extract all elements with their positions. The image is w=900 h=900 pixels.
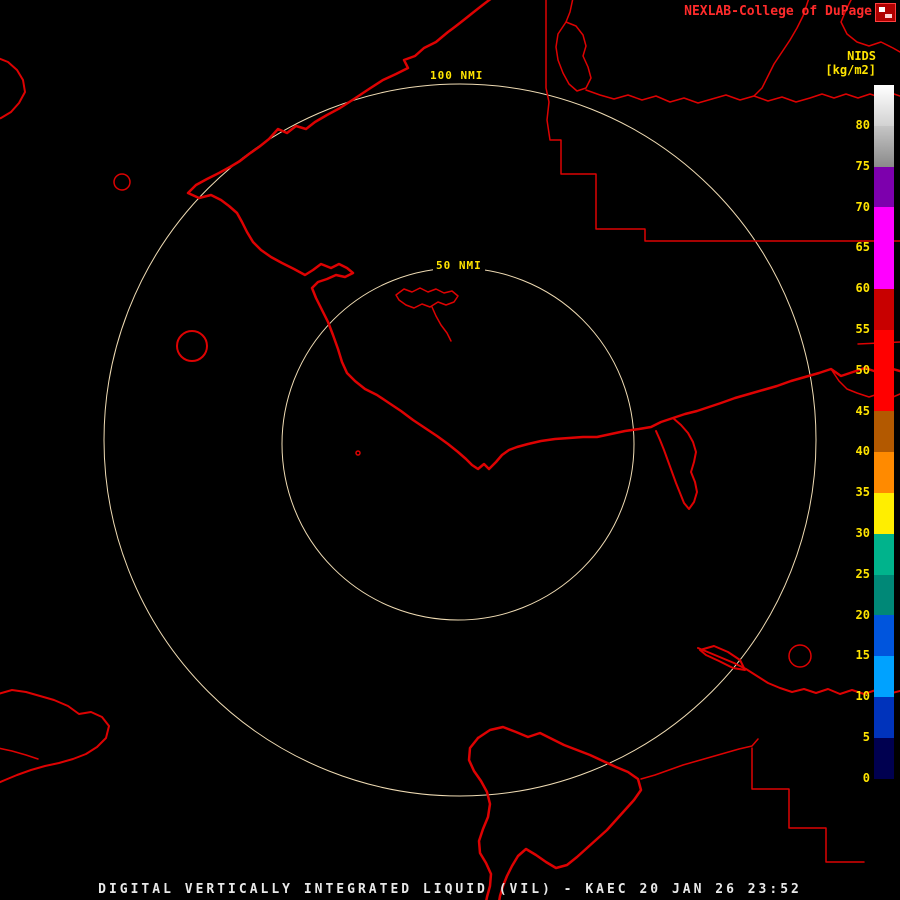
colorbar-segment-25-30 [874,533,894,575]
island-outline-south-a [476,725,643,900]
colorbar-segment-20-25 [874,574,894,616]
colorbar-tick-70: 70 [855,199,870,214]
lake-outline-northeast [555,21,592,92]
colorbar-segment-75-80 [874,125,894,167]
product-title: DIGITAL VERTICALLY INTEGRATED LIQUID (VI… [98,882,802,897]
small-dot [355,450,361,456]
inner-island-outline [395,287,459,309]
small-island-1 [113,173,131,191]
colorbar-tick-20: 20 [855,607,870,622]
island-outline-northwest [0,57,26,120]
colorbar-tick-65: 65 [855,240,870,255]
colorbar-tick-30: 30 [855,526,870,540]
colorbar-segment-55-60 [874,288,894,330]
island-interior-southwest [0,747,39,760]
colorbar-tick-5: 5 [862,730,870,744]
colorbar-tick-10: 10 [855,689,870,704]
colorbar-tick-60: 60 [855,281,870,296]
cod-logo-icon [875,3,896,22]
colorbar-ticks: 80 75 70 65 60 55 50 45 40 35 30 25 20 15 10 5 0 [840,0,870,900]
colorbar-tick-50: 50 [855,362,870,377]
colorbar-segment-40-45 [874,411,894,453]
radar-map [0,0,900,900]
peninsula-outline [655,417,698,510]
river-stub-northeast [565,0,574,23]
range-ring-50nmi [281,267,635,621]
small-island-3 [788,644,812,668]
radar-display: 100 NMI 50 NMI NEXLAB-College of DuPage … [0,0,900,900]
coastline-main [186,0,900,471]
small-island-2 [176,330,208,362]
boundary-southeast [640,738,759,780]
colorbar-segment-80-85 [874,85,894,126]
inner-island-tail [431,306,452,342]
colorbar-segment-0-5 [874,737,894,779]
island-outline-southwest [0,689,110,784]
colorbar-segment-45-55 [874,329,894,412]
colorbar-segment-30-35 [874,492,894,534]
colorbar-tick-55: 55 [855,322,870,336]
colorbar-tick-15: 15 [855,648,870,663]
colorbar-tick-45: 45 [855,403,870,418]
range-ring-label-100nmi: 100 NMI [427,69,487,82]
colorbar-segment-60-70 [874,207,894,289]
colorbar-segment-70-75 [874,166,894,208]
colorbar-segment-5-10 [874,696,894,738]
colorbar-segment-10-15 [874,656,894,697]
colorbar-segment--1.5-0 [874,778,894,791]
colorbar-tick-40: 40 [855,444,870,459]
island-outline-south-b [467,736,493,900]
colorbar-tick-0: 0 [862,770,870,785]
colorbar-tick-75: 75 [855,158,870,173]
colorbar-segment-35-40 [874,452,894,493]
colorbar-segment-15-20 [874,615,894,657]
colorbar-segments [874,85,894,791]
range-ring-label-50nmi: 50 NMI [433,259,485,272]
colorbar-tick-35: 35 [855,485,870,500]
range-ring-100nmi [103,83,817,797]
colorbar-tick-25: 25 [855,566,870,581]
colorbar-tick-80: 80 [855,118,870,132]
